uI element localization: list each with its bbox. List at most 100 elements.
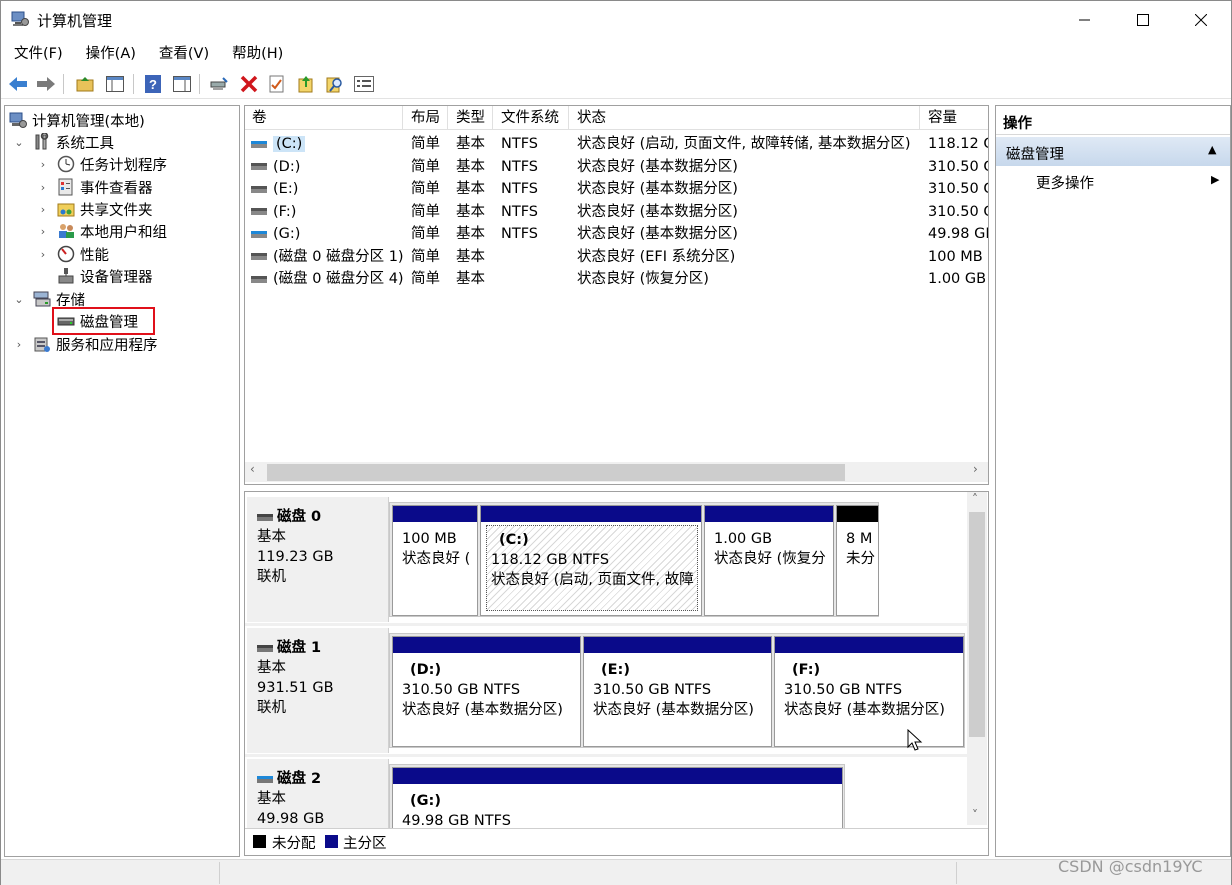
volume-row[interactable]: (D:) 简单 基本 NTFS 状态良好 (基本数据分区) 310.50 G xyxy=(245,156,989,179)
column-header-layout[interactable]: 布局 xyxy=(404,106,448,130)
tree-item-shared-folders[interactable]: › 共享文件夹 xyxy=(37,198,153,220)
chevron-right-icon[interactable]: › xyxy=(37,203,49,216)
tree-item-performance[interactable]: › 性能 xyxy=(37,243,109,265)
partition-letter: (D:) xyxy=(410,662,442,678)
column-header-filesystem[interactable]: 文件系统 xyxy=(494,106,569,130)
scroll-left-icon[interactable]: ‹ xyxy=(250,462,255,476)
minimize-button[interactable] xyxy=(1056,1,1114,39)
vertical-scrollbar[interactable]: ˄ ˅ xyxy=(967,492,987,825)
tree-label-system-tools: 系统工具 xyxy=(56,135,114,152)
more-actions-item[interactable]: 更多操作 ▶ xyxy=(996,170,1230,194)
delete-button[interactable] xyxy=(237,72,261,96)
column-header-capacity[interactable]: 容量 xyxy=(921,106,988,130)
column-header-volume[interactable]: 卷 xyxy=(245,106,403,130)
disk-label[interactable]: 磁盘 2 基本 49.98 GB xyxy=(247,759,389,829)
legend-label-unallocated: 未分配 xyxy=(272,836,316,852)
tree-item-event-viewer[interactable]: › 事件查看器 xyxy=(37,176,153,198)
connect-button[interactable] xyxy=(207,72,231,96)
watermark: CSDN @csdn19YC xyxy=(1058,857,1203,876)
partition-block[interactable]: (D:) 310.50 GB NTFS 状态良好 (基本数据分区) xyxy=(392,636,581,747)
partition-block[interactable]: (F:) 310.50 GB NTFS 状态良好 (基本数据分区) xyxy=(774,636,964,747)
tree-item-task-scheduler[interactable]: › 任务计划程序 xyxy=(37,153,167,175)
device-manager-icon xyxy=(57,267,75,285)
chevron-right-icon[interactable]: › xyxy=(13,338,25,351)
menu-file[interactable]: 文件(F) xyxy=(1,41,73,67)
volume-name: (E:) xyxy=(273,181,299,197)
disk-state: 联机 xyxy=(257,700,286,716)
scroll-up-icon[interactable]: ˄ xyxy=(972,492,978,506)
volume-cell-volume: (磁盘 0 磁盘分区 1) xyxy=(251,246,403,268)
volume-cell-status: 状态良好 (恢复分区) xyxy=(577,271,709,287)
horizontal-scrollbar[interactable]: ‹ › xyxy=(245,462,988,482)
volume-name: (C:) xyxy=(273,136,306,152)
tree-item-local-users[interactable]: › 本地用户和组 xyxy=(37,220,167,242)
volume-cell-status: 状态良好 (基本数据分区) xyxy=(577,226,738,242)
actions-pane: 操作 磁盘管理 ▲ 更多操作 ▶ xyxy=(995,105,1231,857)
column-header-status[interactable]: 状态 xyxy=(570,106,920,130)
volume-row[interactable]: (F:) 简单 基本 NTFS 状态良好 (基本数据分区) 310.50 G xyxy=(245,201,988,224)
partition-block[interactable]: (G:) 49.98 GB NTFS xyxy=(392,767,843,837)
horizontal-scroll-thumb[interactable] xyxy=(267,464,845,481)
legend-swatch-unallocated xyxy=(253,835,266,848)
toolbar: ? xyxy=(1,69,1231,99)
disk-separator xyxy=(245,754,967,757)
chevron-down-icon[interactable]: ⌄ xyxy=(13,293,25,306)
volume-row[interactable]: (E:) 简单 基本 NTFS 状态良好 (基本数据分区) 310.50 G xyxy=(245,178,988,201)
properties-button[interactable] xyxy=(265,72,289,96)
volume-icon xyxy=(251,140,267,148)
tree-item-device-manager[interactable]: 设备管理器 xyxy=(57,265,153,287)
column-header-type[interactable]: 类型 xyxy=(449,106,493,130)
partition-block[interactable]: 1.00 GB 状态良好 (恢复分 xyxy=(704,505,834,616)
highlight-annotation-box xyxy=(52,307,155,335)
scroll-right-icon[interactable]: › xyxy=(973,462,978,476)
export-button[interactable] xyxy=(294,72,318,96)
partition-block[interactable]: 100 MB 状态良好 ( xyxy=(392,505,478,616)
collapse-up-icon[interactable]: ▲ xyxy=(1208,143,1216,156)
maximize-button[interactable] xyxy=(1114,1,1172,39)
help-pane-button[interactable] xyxy=(170,72,194,96)
menu-help[interactable]: 帮助(H) xyxy=(219,41,293,67)
tree-item-root[interactable]: 计算机管理(本地) xyxy=(9,109,145,131)
menu-action[interactable]: 操作(A) xyxy=(73,41,146,67)
chevron-down-icon[interactable]: ⌄ xyxy=(13,136,25,149)
help-button[interactable]: ? xyxy=(141,72,165,96)
volume-list-pane: 卷 布局 类型 文件系统 状态 容量 (C:) 简单 基本 NTFS 状态良好 (启动,… xyxy=(244,105,989,485)
chevron-right-icon[interactable]: › xyxy=(37,225,49,238)
close-button[interactable] xyxy=(1172,1,1230,39)
chevron-right-icon[interactable]: › xyxy=(37,181,49,194)
volume-row[interactable]: (磁盘 0 磁盘分区 1) 简单 基本 状态良好 (EFI 系统分区) 100 MB xyxy=(245,246,988,269)
volume-row[interactable]: (C:) 简单 基本 NTFS 状态良好 (启动, 页面文件, 故障转储, 基本数据分区… xyxy=(245,133,988,156)
partition-size: 100 MB xyxy=(402,531,457,547)
tree-item-system-tools[interactable]: ⌄ 系统工具 xyxy=(13,131,114,153)
close-icon xyxy=(1195,14,1207,26)
console-tree-button[interactable] xyxy=(103,72,127,96)
disk-icon xyxy=(257,644,273,652)
volume-cell-capacity: 310.50 G xyxy=(928,158,989,175)
delete-icon xyxy=(240,75,258,93)
volume-row[interactable]: (磁盘 0 磁盘分区 4) 简单 基本 状态良好 (恢复分区) 1.00 GB xyxy=(245,268,988,291)
vertical-scroll-thumb[interactable] xyxy=(969,512,985,737)
list-button[interactable] xyxy=(352,72,376,96)
disk-label[interactable]: 磁盘 1 基本 931.51 GB 联机 xyxy=(247,628,389,753)
partition-block[interactable]: (C:) 118.12 GB NTFS 状态良好 (启动, 页面文件, 故障 xyxy=(480,505,702,616)
partition-block[interactable]: 8 M 未分 xyxy=(836,505,879,616)
scroll-down-icon[interactable]: ˅ xyxy=(972,808,978,822)
volume-cell-capacity: 1.00 GB xyxy=(928,271,987,287)
menu-view[interactable]: 查看(V) xyxy=(146,41,219,67)
console-tree-pane: 计算机管理(本地) ⌄ 系统工具 › 任务计划程序 › 事件查看器 › 共享文件… xyxy=(4,105,240,857)
chevron-right-icon[interactable]: › xyxy=(37,158,49,171)
partition-letter: (F:) xyxy=(792,662,821,678)
chevron-right-icon[interactable]: › xyxy=(37,248,49,261)
tree-item-services[interactable]: › 服务和应用程序 xyxy=(13,333,158,355)
partition-block[interactable]: (E:) 310.50 GB NTFS 状态良好 (基本数据分区) xyxy=(583,636,772,747)
back-button[interactable] xyxy=(6,72,30,96)
minimize-icon xyxy=(1079,19,1090,21)
forward-button[interactable] xyxy=(34,72,58,96)
volume-row[interactable]: (G:) 简单 基本 NTFS 状态良好 (基本数据分区) 49.98 GE xyxy=(245,223,988,246)
disk-label[interactable]: 磁盘 0 基本 119.23 GB 联机 xyxy=(247,497,389,622)
partition-type-bar xyxy=(393,768,842,784)
actions-section-disk-management[interactable]: 磁盘管理 ▲ xyxy=(996,137,1230,166)
up-folder-button[interactable] xyxy=(73,72,97,96)
volume-cell-fs: NTFS xyxy=(501,181,538,197)
search-button[interactable] xyxy=(323,72,347,96)
